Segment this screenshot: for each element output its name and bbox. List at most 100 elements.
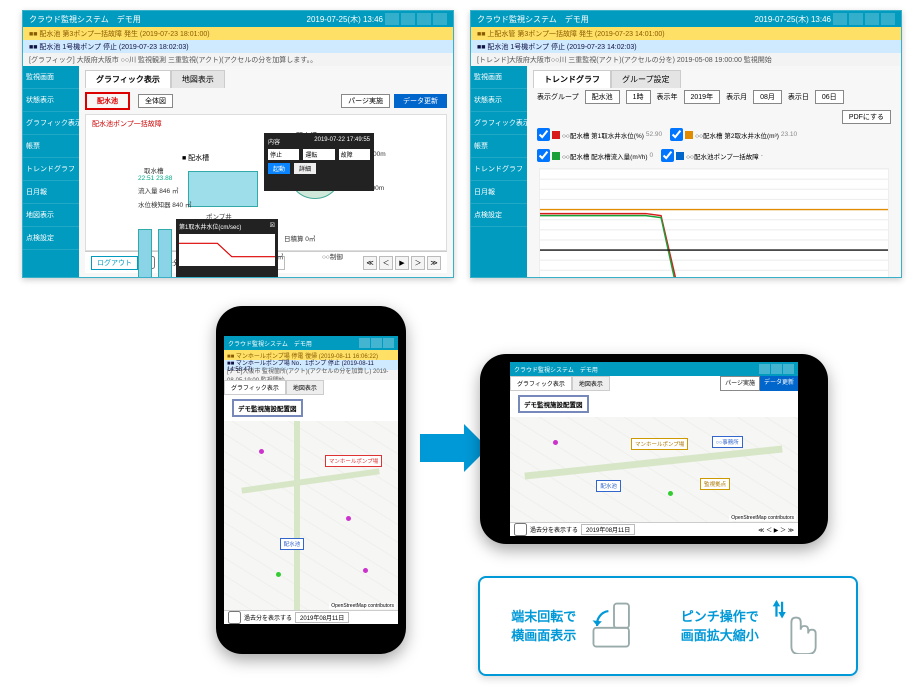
map-pin[interactable]: ○○事務所 [712,436,743,448]
tab-graphic[interactable]: グラフィック表示 [224,380,286,395]
pager-first-icon[interactable]: ≪ [363,256,377,270]
toolbar-icon[interactable] [849,13,863,25]
sidebar-item[interactable]: 点検設定 [471,204,527,227]
alarm-text: 配水池ポンプ一括故障 [92,119,162,129]
rotate-text-1: 端末回転で [511,607,576,627]
map-pin[interactable]: 監視拠点 [700,478,730,490]
date-field[interactable]: 2019年08月11日 [581,524,635,535]
sidebar-item[interactable]: トレンドグラフ [471,158,527,181]
tab-graphic[interactable]: グラフィック表示 [510,376,572,391]
legend-checkbox[interactable] [670,128,683,141]
pager-next-icon[interactable]: ＞ [411,256,425,270]
close-icon[interactable]: ☒ [270,222,275,229]
popup-date: 2019-07-22 17:49:55 [314,137,370,143]
mini-chart-title: 第1取水井水位(cm/sec) [179,225,241,231]
alert-row[interactable]: ■■ 配水池 第3ポンプ一括故障 発生 (2019-07-23 18:01:00… [29,29,210,39]
toolbar-icon[interactable] [881,13,895,25]
toolbar-icon[interactable] [359,338,370,348]
alert-row[interactable]: ■■ 上配水管 第3ポンプ一括故障 発生 (2019-07-23 14:01:0… [477,29,665,39]
pager-play-icon[interactable]: ▶ [395,256,409,270]
popup-overlay[interactable]: 内容 2019-07-22 17:49:55 停止 運転 故障 起動 詳細 [264,133,374,191]
popup-btn-start[interactable]: 起動 [268,163,290,174]
station-selector[interactable]: 配水池 [85,92,130,110]
toolbar-icon[interactable] [433,13,447,25]
toolbar-icon[interactable] [783,364,794,374]
tab-group[interactable]: グループ設定 [611,70,681,88]
history-checkbox[interactable] [228,611,241,624]
alert-row[interactable]: ■■ 配水池 1号機ポンプ 停止 (2019-07-23 18:02:03) [29,42,189,52]
day-select[interactable]: 06日 [815,90,844,104]
btn-purge[interactable]: パージ実施 [720,376,760,391]
tab-graphic[interactable]: グラフィック表示 [85,70,171,88]
legend-checkbox[interactable] [537,149,550,162]
toolbar-icon[interactable] [385,13,399,25]
toolbar-icon[interactable] [417,13,431,25]
btn-update[interactable]: データ更新 [394,94,447,108]
map-credit: OpenStreetMap contributors [329,603,396,609]
toolbar-icon[interactable] [771,364,782,374]
toolbar-icon[interactable] [865,13,879,25]
history-checkbox[interactable] [514,523,527,536]
toolbar-icon[interactable] [759,364,770,374]
label: 表示年 [657,92,678,102]
history-label: 過去分を表示する [530,525,578,534]
sidebar-item[interactable]: 点検設定 [23,227,79,250]
clock: 2019-07-25(木) 13:46 [755,14,832,25]
tab-trend[interactable]: トレンドグラフ [533,70,611,88]
legend-checkbox[interactable] [661,149,674,162]
mini-chart-overlay[interactable]: 第1取水井水位(cm/sec) ☒ [176,219,278,278]
sidebar-item[interactable]: 日月報 [23,181,79,204]
toolbar-icon[interactable] [383,338,394,348]
btn-layers[interactable]: 全体図 [138,94,173,108]
legend-label: ○○配水槽 配水槽流入量(m³/h) [562,151,648,161]
app-title: クラウド監視システム デモ用 [514,365,598,374]
toolbar-icon[interactable] [401,13,415,25]
sidebar-item[interactable]: 状態表示 [471,89,527,112]
window-titlebar: クラウド監視システム デモ用 2019-07-25(木) 13:46 [23,11,453,27]
pdf-button[interactable]: PDFにする [842,110,891,124]
tab-map[interactable]: 地図表示 [171,70,225,88]
tab-map[interactable]: 地図表示 [286,380,324,395]
pinch-text-2: 画面拡大縮小 [681,626,759,646]
sidebar-item[interactable]: 日月報 [471,181,527,204]
btn-purge[interactable]: パージ実施 [341,94,390,108]
legend-checkbox[interactable] [537,128,550,141]
sidebar-item[interactable]: 地図表示 [23,204,79,227]
popup-btn-detail[interactable]: 詳細 [294,163,316,174]
popup-title: 内容 [268,140,280,146]
map-view[interactable]: マンホールポンプ場 配水池 OpenStreetMap contributors [224,421,398,610]
alert-banner: ■■ 配水池 第3ポンプ一括故障 発生 (2019-07-23 18:01:00… [23,27,453,66]
sidebar-item[interactable]: グラフィック表示 [23,112,79,135]
map-pin[interactable]: マンホールポンプ場 [631,438,688,450]
alert-row[interactable]: ■■ 配水池 1号機ポンプ 停止 (2019-07-23 14:02:03) [477,42,637,52]
flow-value: 流入量 846 ㎥ [138,185,178,195]
tab-map[interactable]: 地図表示 [572,376,610,391]
sidebar-item[interactable]: 帳票 [471,135,527,158]
map-pin[interactable]: 配水池 [280,538,305,550]
toolbar-icon[interactable] [371,338,382,348]
sidebar-item[interactable]: 帳票 [23,135,79,158]
group-select[interactable]: 配水池 [585,90,620,104]
status-cell: 運転 [303,149,334,160]
sidebar-item[interactable]: グラフィック表示 [471,112,527,135]
trend-chart[interactable] [539,168,889,278]
month-select[interactable]: 08月 [753,90,782,104]
pager-prev-icon[interactable]: ＜ [379,256,393,270]
range-select[interactable]: 1時 [626,90,651,104]
map-view[interactable]: マンホールポンプ場 ○○事務所 配水池 監視拠点 OpenStreetMap c… [510,417,798,522]
history-label: 過去分を表示する [244,613,292,622]
btn-update[interactable]: データ更新 [760,376,798,391]
logout-button[interactable]: ログアウト [91,256,138,270]
legend-label: ○○配水槽 第2取水井水位(m³) [695,130,779,140]
map-pin[interactable]: 配水池 [596,480,621,492]
status-cell: 停止 [268,149,299,160]
year-select[interactable]: 2019年 [684,90,721,104]
sidebar-item[interactable]: トレンドグラフ [23,158,79,181]
date-field[interactable]: 2019年08月11日 [295,612,349,623]
pager-last-icon[interactable]: ≫ [427,256,441,270]
sidebar-item[interactable]: 監視画面 [23,66,79,89]
sidebar-item[interactable]: 監視画面 [471,66,527,89]
map-pin[interactable]: マンホールポンプ場 [325,455,382,467]
toolbar-icon[interactable] [833,13,847,25]
sidebar-item[interactable]: 状態表示 [23,89,79,112]
